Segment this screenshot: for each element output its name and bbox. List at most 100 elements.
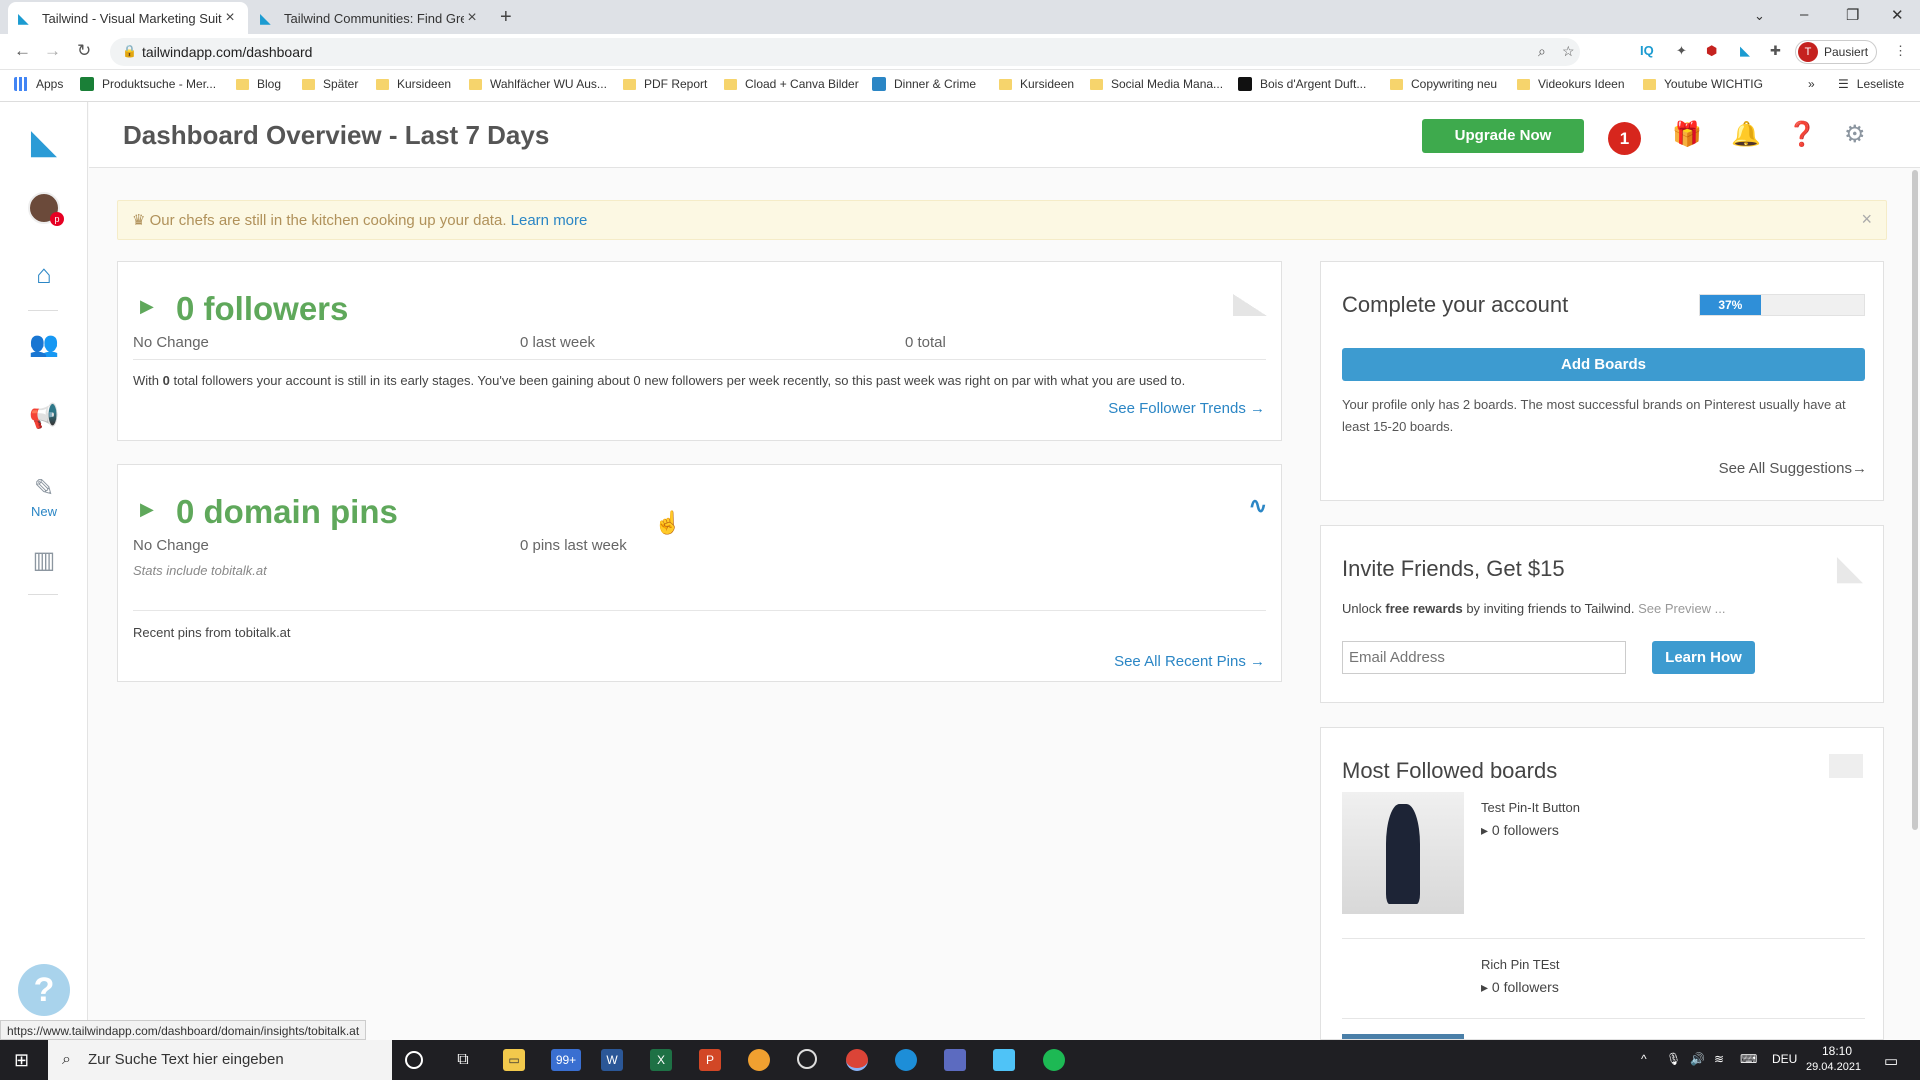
bookmark-apps[interactable]: Apps (14, 77, 63, 91)
bookmark-item[interactable]: Copywriting neu (1390, 77, 1497, 91)
chrome-icon[interactable] (846, 1049, 868, 1071)
extensions-puzzle-icon[interactable]: ✚ (1770, 43, 1781, 59)
avatar-image: p (28, 192, 64, 226)
bookmark-item[interactable]: Social Media Mana... (1090, 77, 1223, 91)
sidebar-divider (28, 310, 58, 311)
restore-icon[interactable]: ❐ (1846, 6, 1859, 24)
people-icon[interactable]: 👥 (0, 330, 88, 359)
volume-icon[interactable]: 🔊 (1690, 1052, 1705, 1066)
reload-icon[interactable]: ↻ (77, 41, 91, 61)
bookmark-item[interactable]: Youtube WICHTIG (1643, 77, 1763, 91)
minimize-icon[interactable]: – (1800, 6, 1808, 23)
edge-icon[interactable] (895, 1049, 917, 1071)
excel-icon[interactable]: X (650, 1049, 672, 1071)
reading-list[interactable]: ☰ Leseliste (1838, 77, 1904, 91)
help-circle-icon[interactable]: ❓ (1787, 120, 1817, 149)
extension-iq-icon[interactable]: IQ (1640, 43, 1654, 58)
tab-tailwind-communities[interactable]: ◣ Tailwind Communities: Find Grea × (250, 2, 490, 34)
learn-how-button[interactable]: Learn How (1652, 641, 1755, 674)
upgrade-now-button[interactable]: Upgrade Now (1422, 119, 1584, 153)
back-icon[interactable]: ← (14, 41, 31, 61)
expand-triangle-icon[interactable]: ▶ (140, 296, 154, 317)
obs-icon[interactable] (797, 1049, 817, 1069)
bookmark-item[interactable]: Kursideen (376, 77, 451, 91)
brush-icon[interactable]: ✎ (0, 474, 88, 503)
mail-icon[interactable]: 99+ (551, 1049, 581, 1071)
bookmark-item[interactable]: Blog (236, 77, 281, 91)
cortana-icon[interactable] (405, 1051, 423, 1069)
reading-list-icon: ☰ (1838, 77, 1849, 91)
tab-search-icon[interactable]: ⌄ (1754, 8, 1765, 24)
close-tab-icon[interactable]: × (222, 9, 238, 27)
file-explorer-icon[interactable]: ▭ (503, 1049, 525, 1071)
word-icon[interactable]: W (601, 1049, 623, 1071)
tab-tailwind-dashboard[interactable]: ◣ Tailwind - Visual Marketing Suite × (8, 2, 248, 34)
taskbar-search-box[interactable]: ⌕ Zur Suche Text hier eingeben (48, 1040, 392, 1080)
bookmark-item[interactable]: Cload + Canva Bilder (724, 77, 859, 91)
bookmark-item[interactable]: Dinner & Crime (872, 77, 976, 91)
app-icon[interactable] (944, 1049, 966, 1071)
app-icon[interactable] (748, 1049, 770, 1071)
see-follower-trends-link[interactable]: See Follower Trends → (1108, 400, 1265, 417)
notification-count-badge[interactable]: 1 (1608, 122, 1641, 155)
page-scrollbar[interactable] (1912, 170, 1918, 830)
email-address-input[interactable] (1342, 641, 1626, 674)
close-banner-icon[interactable]: × (1861, 209, 1872, 230)
task-view-icon[interactable]: ⧉ (452, 1049, 474, 1071)
bookmark-item[interactable]: Videokurs Ideen (1517, 77, 1625, 91)
followers-description: With 0 total followers your account is s… (133, 373, 1186, 388)
gift-icon[interactable]: 🎁 (1672, 120, 1702, 149)
megaphone-icon[interactable]: 📢 (0, 402, 88, 431)
browser-menu-icon[interactable]: ⋮ (1894, 43, 1907, 59)
see-all-suggestions-link[interactable]: See All Suggestions→ (1719, 460, 1867, 477)
lock-icon: 🔒 (122, 44, 137, 58)
see-all-recent-pins-link[interactable]: See All Recent Pins → (1114, 653, 1265, 670)
home-icon[interactable]: ⌂ (0, 259, 88, 290)
app-icon[interactable] (993, 1049, 1015, 1071)
windows-start-icon[interactable]: ⊞ (14, 1050, 29, 1071)
bookmark-item[interactable]: Produktsuche - Mer... (80, 77, 216, 91)
more-bookmarks-icon[interactable]: » (1808, 77, 1815, 91)
analytics-chart-icon[interactable]: ▥ (0, 546, 88, 575)
pins-stats-note: Stats include tobitalk.at (133, 563, 267, 578)
keyboard-icon[interactable]: ⌨ (1740, 1052, 1757, 1066)
bell-icon[interactable]: 🔔 (1731, 120, 1761, 149)
spotify-icon[interactable] (1043, 1049, 1065, 1071)
board-name[interactable]: Test Pin-It Button (1481, 800, 1580, 815)
tray-expand-icon[interactable]: ^ (1641, 1052, 1647, 1066)
gear-icon[interactable]: ⚙ (1844, 120, 1866, 149)
followers-metric: 0 followers (176, 290, 349, 327)
learn-more-link[interactable]: Learn more (511, 212, 588, 229)
board-name[interactable]: Rich Pin TEst (1481, 957, 1560, 972)
bookmark-item[interactable]: Wahlfächer WU Aus... (469, 77, 607, 91)
tailwind-logo-icon[interactable]: ◣ (0, 122, 88, 162)
new-tab-icon[interactable]: + (500, 6, 512, 29)
board-thumbnail[interactable] (1342, 792, 1464, 914)
account-avatar[interactable]: p (0, 192, 88, 229)
language-indicator[interactable]: DEU (1772, 1052, 1797, 1066)
bookmark-star-icon[interactable]: ☆ (1562, 43, 1575, 60)
bookmark-item[interactable]: Später (302, 77, 358, 91)
tailwind-favicon-icon: ◣ (260, 10, 271, 26)
expand-triangle-icon[interactable]: ▶ (140, 499, 154, 520)
bookmark-item[interactable]: PDF Report (623, 77, 707, 91)
adblock-icon[interactable]: ⬢ (1706, 43, 1717, 59)
close-window-icon[interactable]: ✕ (1891, 6, 1904, 24)
address-bar[interactable]: 🔒 tailwindapp.com/dashboard ⌕ ☆ (110, 38, 1580, 66)
help-button[interactable]: ? (0, 964, 88, 1016)
board-followers: ▸ 0 followers (1481, 822, 1559, 838)
extension-icon[interactable]: ✦ (1676, 43, 1687, 59)
zoom-icon[interactable]: ⌕ (1538, 43, 1546, 60)
notification-center-icon[interactable]: ▭ (1884, 1052, 1898, 1070)
wifi-icon[interactable]: ≋ (1714, 1052, 1724, 1066)
add-boards-button[interactable]: Add Boards (1342, 348, 1865, 381)
close-tab-icon[interactable]: × (464, 9, 480, 27)
profile-button[interactable]: T Pausiert (1795, 40, 1877, 64)
powerpoint-icon[interactable]: P (699, 1049, 721, 1071)
bookmark-item[interactable]: Kursideen (999, 77, 1074, 91)
tailwind-extension-icon[interactable]: ◣ (1740, 43, 1750, 59)
bookmark-item[interactable]: Bois d'Argent Duft... (1238, 77, 1366, 91)
forward-icon[interactable]: → (44, 41, 61, 61)
microphone-icon[interactable]: 🎙 (1666, 1052, 1681, 1066)
see-preview-link[interactable]: See Preview ... (1638, 601, 1725, 616)
